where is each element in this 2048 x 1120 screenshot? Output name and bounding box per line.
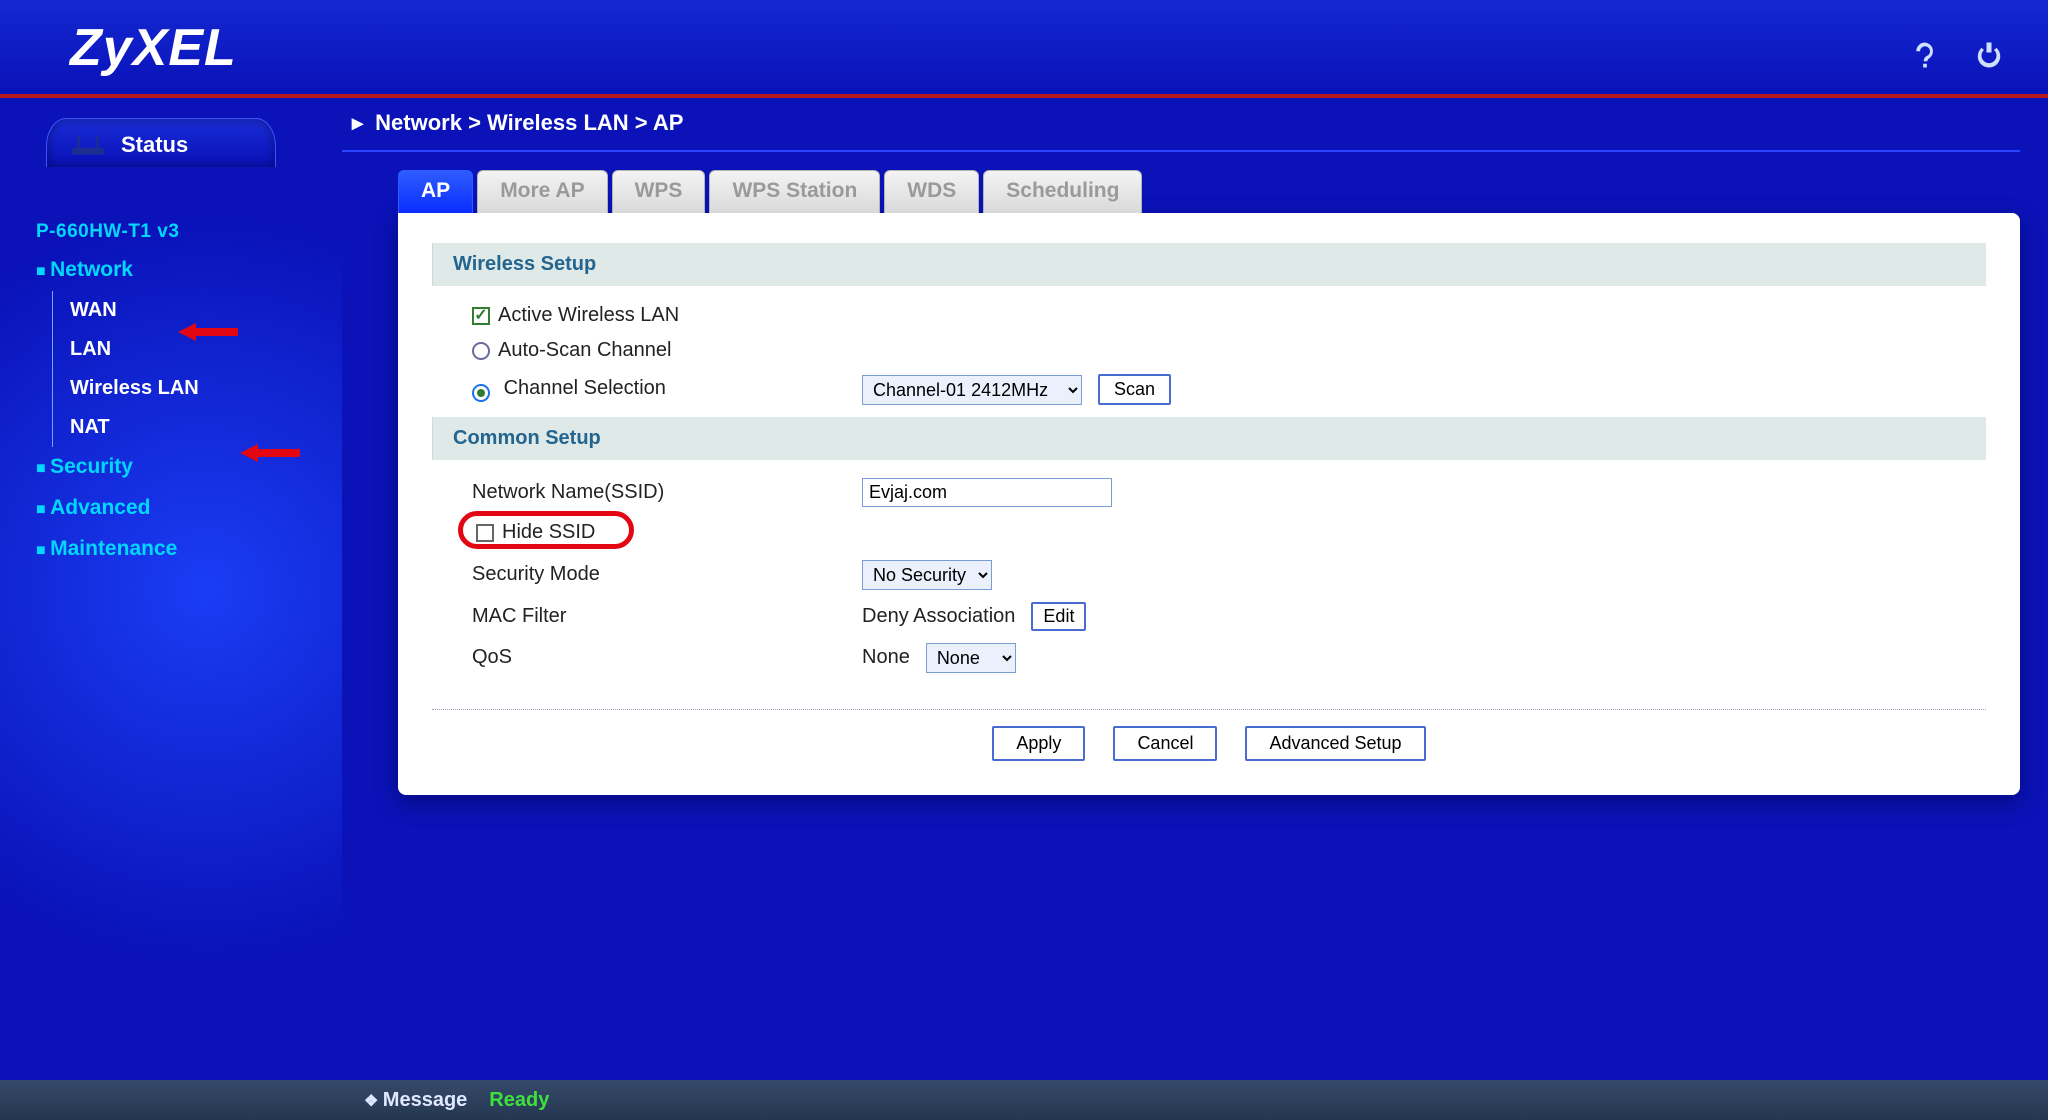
router-icon: [69, 131, 107, 159]
device-model: P-660HW-T1 v3: [36, 213, 342, 250]
hide-ssid-checkbox[interactable]: [476, 524, 494, 542]
sidebar-item-security[interactable]: Security: [36, 447, 342, 488]
tab-strip: AP More AP WPS WPS Station WDS Schedulin…: [398, 170, 2020, 213]
help-icon[interactable]: [1910, 40, 1940, 75]
channel-select[interactable]: Channel-01 2412MHz: [862, 375, 1082, 405]
qos-text: None: [862, 646, 910, 669]
sidebar-item-advanced[interactable]: Advanced: [36, 488, 342, 529]
sidebar-status-label: Status: [121, 132, 188, 158]
ssid-input[interactable]: [862, 478, 1112, 507]
qos-label: QoS: [472, 646, 862, 669]
section-common-setup: Common Setup: [432, 417, 1986, 460]
statusbar-label: Message: [364, 1089, 467, 1112]
cancel-button[interactable]: Cancel: [1113, 726, 1217, 761]
mac-filter-edit-button[interactable]: Edit: [1031, 602, 1086, 631]
tab-wds[interactable]: WDS: [884, 170, 979, 213]
mac-filter-label: MAC Filter: [472, 605, 862, 628]
logout-icon[interactable]: [1974, 40, 2004, 75]
breadcrumb-arrow-icon: ▸: [352, 110, 363, 135]
tab-more-ap[interactable]: More AP: [477, 170, 607, 213]
sidebar-item-wireless-lan[interactable]: Wireless LAN: [70, 369, 342, 408]
channel-selection-radio[interactable]: [472, 384, 490, 402]
qos-select[interactable]: None: [926, 643, 1016, 673]
advanced-setup-button[interactable]: Advanced Setup: [1245, 726, 1425, 761]
tab-wps-station[interactable]: WPS Station: [709, 170, 880, 213]
status-bar: Message Ready: [0, 1080, 2048, 1120]
statusbar-text: Ready: [489, 1089, 549, 1112]
security-mode-label: Security Mode: [472, 563, 862, 586]
breadcrumb-text: Network > Wireless LAN > AP: [375, 110, 683, 135]
sidebar: Status P-660HW-T1 v3 Network WAN LAN Wir…: [0, 98, 342, 1080]
channel-selection-label: Channel Selection: [504, 377, 666, 399]
section-wireless-setup: Wireless Setup: [432, 243, 1986, 286]
mac-filter-text: Deny Association: [862, 605, 1015, 628]
apply-button[interactable]: Apply: [992, 726, 1085, 761]
hide-ssid-label: Hide SSID: [502, 521, 595, 544]
breadcrumb: ▸ Network > Wireless LAN > AP: [342, 98, 2020, 152]
auto-scan-radio[interactable]: [472, 342, 490, 360]
tab-ap[interactable]: AP: [398, 170, 473, 213]
active-wlan-checkbox[interactable]: [472, 307, 490, 325]
tab-wps[interactable]: WPS: [612, 170, 706, 213]
active-wlan-label: Active Wireless LAN: [498, 304, 679, 327]
ssid-label: Network Name(SSID): [472, 481, 862, 504]
sidebar-item-lan[interactable]: LAN: [70, 330, 342, 369]
tab-scheduling[interactable]: Scheduling: [983, 170, 1142, 213]
settings-card: Wireless Setup Active Wireless LAN Auto-…: [398, 213, 2020, 795]
sidebar-item-network[interactable]: Network: [36, 250, 342, 291]
action-bar: Apply Cancel Advanced Setup: [432, 709, 1986, 761]
brand-logo: ZyXEL: [70, 18, 237, 78]
security-mode-select[interactable]: No Security: [862, 560, 992, 590]
sidebar-status-tab[interactable]: Status: [46, 118, 276, 167]
sidebar-item-nat[interactable]: NAT: [70, 408, 342, 447]
auto-scan-label: Auto-Scan Channel: [498, 339, 671, 362]
header-bar: ZyXEL: [0, 0, 2048, 98]
scan-button[interactable]: Scan: [1098, 374, 1171, 405]
sidebar-item-wan[interactable]: WAN: [70, 291, 342, 330]
sidebar-item-maintenance[interactable]: Maintenance: [36, 529, 342, 570]
